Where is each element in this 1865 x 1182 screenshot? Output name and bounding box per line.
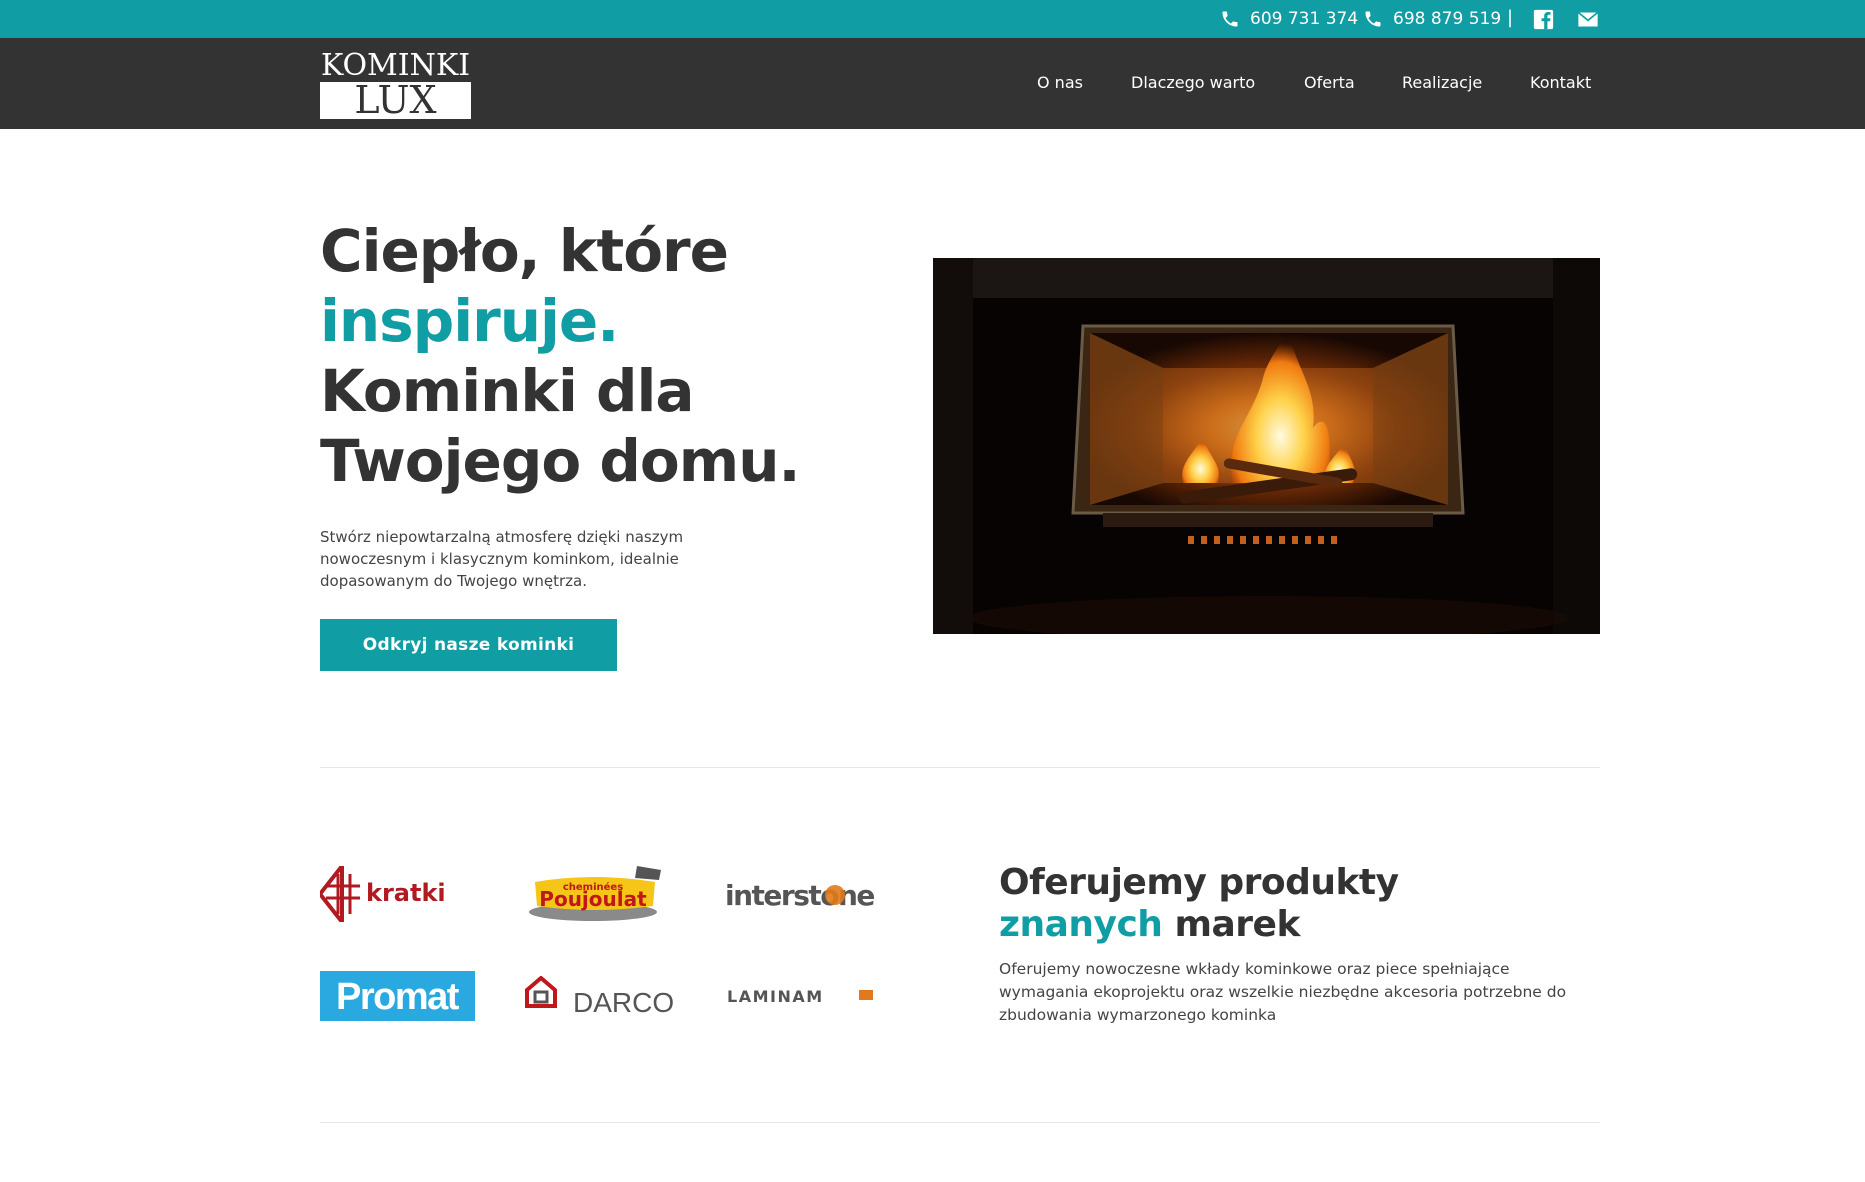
brand-logo-poujoulat: cheminées Poujoulat xyxy=(527,864,667,922)
phone-number-1: 609 731 374 xyxy=(1250,9,1359,29)
hero-title-accent: inspiruje. xyxy=(320,287,619,355)
nav-item-oferta[interactable]: Oferta xyxy=(1304,73,1355,92)
logo-line2: LUX xyxy=(354,78,437,122)
kratki-logo-text: kratki xyxy=(366,879,446,907)
topbar-separator: | xyxy=(1507,7,1514,28)
section-divider-2 xyxy=(320,1122,1600,1123)
nav-item-dlaczego-warto[interactable]: Dlaczego warto xyxy=(1131,73,1255,92)
brands-title-rest: marek xyxy=(1162,904,1300,945)
hero-description: Stwórz niepowtarzalną atmosferę dzięki n… xyxy=(320,528,684,590)
brands-title-accent: znanych xyxy=(999,904,1163,945)
hero-title-line4: Twojego domu. xyxy=(320,427,801,495)
nav-item-kontakt[interactable]: Kontakt xyxy=(1530,73,1591,92)
section-divider-1 xyxy=(320,767,1600,768)
phone-icon xyxy=(1222,11,1238,27)
hero-title-line3: Kominki dla xyxy=(320,357,695,425)
hero-title-line1: Ciepło, które xyxy=(320,217,729,285)
facebook-icon[interactable] xyxy=(1533,9,1554,30)
logo-line2-box: LUX xyxy=(320,78,471,122)
discover-fireplaces-button[interactable]: Odkryj nasze kominki xyxy=(320,619,617,671)
poujoulat-logo-text: Poujoulat xyxy=(539,887,647,911)
laminam-logo-text: LAMINAM xyxy=(727,987,824,1006)
phone-link-1[interactable]: 609 731 374 xyxy=(1220,0,1358,38)
promat-logo-text: Promat xyxy=(336,976,460,1018)
brand-logo-interstone: interstone xyxy=(723,872,883,916)
top-contact-bar: 609 731 374 698 879 519 | xyxy=(0,0,1865,38)
brand-logo-laminam: LAMINAM xyxy=(727,984,882,1008)
hero-title: Ciepło, które inspiruje. Kominki dla Two… xyxy=(320,216,880,496)
phone-number-2: 698 879 519 xyxy=(1393,9,1502,29)
darco-logo-text: DARCO xyxy=(573,987,674,1016)
brands-title-line1: Oferujemy produkty xyxy=(999,862,1399,903)
site-logo[interactable]: KOMINKI LUX xyxy=(320,49,471,119)
brand-logo-kratki: kratki xyxy=(317,860,477,928)
brands-section-title: Oferujemy produkty znanych marek xyxy=(999,862,1399,946)
main-navbar: KOMINKI LUX O nas Dlaczego warto Oferta … xyxy=(0,38,1865,129)
fireplace-image xyxy=(933,258,1600,634)
phone-link-2[interactable]: 698 879 519 xyxy=(1363,0,1501,38)
mail-icon[interactable] xyxy=(1577,9,1599,30)
brand-logo-darco: DARCO xyxy=(525,975,675,1018)
brand-logo-promat: Promat xyxy=(320,971,475,1021)
nav-item-o-nas[interactable]: O nas xyxy=(1037,73,1083,92)
phone-icon xyxy=(1365,11,1381,27)
nav-item-realizacje[interactable]: Realizacje xyxy=(1402,73,1482,92)
interstone-logo-text: interstone xyxy=(725,879,874,912)
brands-description: Oferujemy nowoczesne wkłady kominkowe or… xyxy=(999,960,1567,1024)
